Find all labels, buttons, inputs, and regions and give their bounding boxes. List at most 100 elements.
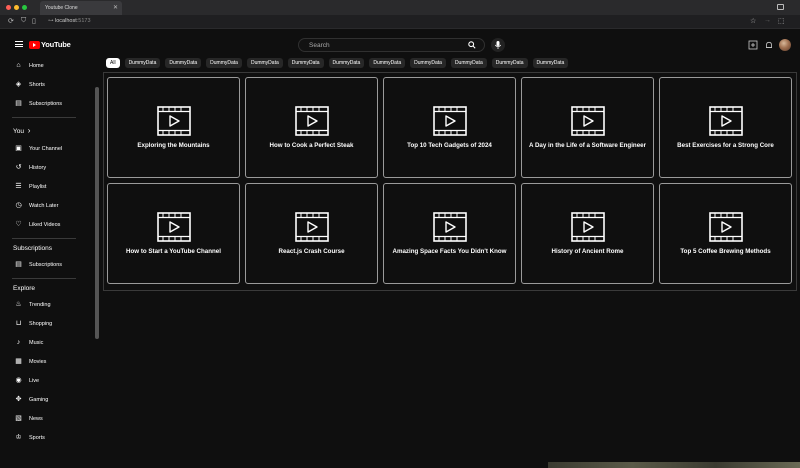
youtube-logo[interactable]: YouTube: [29, 40, 71, 49]
extensions-icon[interactable]: ⬚: [778, 17, 785, 25]
chip[interactable]: DummyData: [369, 58, 406, 68]
create-video-icon[interactable]: [748, 40, 758, 50]
video-card[interactable]: React.js Crash Course: [245, 183, 378, 284]
video-card[interactable]: Amazing Space Facts You Didn't Know: [383, 183, 516, 284]
video-placeholder-icon: [295, 212, 329, 242]
video-card[interactable]: Exploring the Mountains: [107, 77, 240, 178]
clock-icon: ◷: [15, 202, 22, 209]
sidebar-item-music[interactable]: ♪ Music: [0, 334, 95, 351]
sidebar-item-subscriptions[interactable]: ▤ Subscriptions: [0, 95, 95, 112]
minimize-window-dot[interactable]: [14, 5, 19, 10]
forward-icon[interactable]: →: [764, 17, 771, 24]
video-title[interactable]: How to Cook a Perfect Steak: [248, 142, 375, 149]
sidebar-divider: [12, 278, 76, 279]
close-window-dot[interactable]: [6, 5, 11, 10]
chip[interactable]: DummyData: [532, 58, 569, 68]
video-title[interactable]: A Day in the Life of a Software Engineer: [524, 142, 651, 149]
video-title[interactable]: Top 5 Coffee Brewing Methods: [662, 248, 789, 255]
sidebar-item-liked-videos[interactable]: ♡ Liked Videos: [0, 216, 95, 233]
video-title[interactable]: React.js Crash Course: [248, 248, 375, 255]
browser-tab[interactable]: Youtube Clone ✕: [40, 1, 122, 15]
video-title[interactable]: Best Exercises for a Strong Core: [662, 142, 789, 149]
sidebar-item-label: Live: [29, 377, 40, 384]
zoom-window-dot[interactable]: [22, 5, 27, 10]
sidebar-item-label: Shopping: [29, 320, 53, 327]
chip[interactable]: DummyData: [410, 58, 446, 68]
sidebar-item-label: Playlist: [29, 183, 47, 190]
bookmark-star-icon[interactable]: ☆: [750, 17, 756, 25]
video-placeholder-icon: [571, 106, 605, 136]
chip[interactable]: DummyData: [328, 58, 365, 68]
chip[interactable]: DummyData: [246, 58, 283, 68]
video-card[interactable]: How to Start a YouTube Channel: [107, 183, 240, 284]
chip[interactable]: DummyData: [206, 58, 242, 68]
address-bar[interactable]: ⊶ localhost:5173: [48, 18, 91, 24]
chip[interactable]: DummyData: [124, 58, 161, 68]
sidebar-item-label: Trending: [29, 301, 51, 308]
browser-tab-title: Youtube Clone: [45, 5, 78, 11]
sidebar-item-subscriptions-list[interactable]: ▤ Subscriptions: [0, 256, 95, 273]
video-card[interactable]: A Day in the Life of a Software Engineer: [521, 77, 654, 178]
gamepad-icon: ✥: [15, 396, 22, 403]
search-input[interactable]: Search: [309, 42, 330, 49]
sidebar-item-label: Subscriptions: [29, 100, 63, 107]
sidebar-item-label: Shorts: [29, 81, 45, 88]
video-title[interactable]: Amazing Space Facts You Didn't Know: [386, 248, 513, 255]
video-card[interactable]: Best Exercises for a Strong Core: [659, 77, 792, 178]
video-card[interactable]: Top 10 Tech Gadgets of 2024: [383, 77, 516, 178]
chip[interactable]: DummyData: [491, 58, 528, 68]
sidebar-you-heading[interactable]: You ›: [13, 126, 30, 135]
video-placeholder-icon: [295, 106, 329, 136]
sidebar-item-playlist[interactable]: ☰ Playlist: [0, 178, 95, 195]
sidebar-item-news[interactable]: ▧ News: [0, 410, 95, 427]
close-tab-icon[interactable]: ✕: [113, 1, 118, 15]
sidebar-item-sports[interactable]: ♔ Sports: [0, 429, 95, 446]
browser-tab-bar: Youtube Clone ✕: [0, 0, 800, 15]
search-bar[interactable]: Search: [298, 38, 485, 52]
chip[interactable]: DummyData: [287, 58, 324, 68]
video-title[interactable]: Top 10 Tech Gadgets of 2024: [386, 142, 513, 149]
sidebar-item-trending[interactable]: ♨ Trending: [0, 296, 95, 313]
sidebar-item-shopping[interactable]: ⊔ Shopping: [0, 315, 95, 332]
sidebar-item-movies[interactable]: ▦ Movies: [0, 353, 95, 370]
film-icon: ▦: [15, 358, 22, 365]
video-placeholder-icon: [709, 106, 743, 136]
filter-chips: All DummyData DummyData DummyData DummyD…: [106, 58, 573, 68]
window-icon[interactable]: [777, 4, 784, 10]
sidebar-item-gaming[interactable]: ✥ Gaming: [0, 391, 95, 408]
sidebar-item-your-channel[interactable]: ▣ Your Channel: [0, 140, 95, 157]
video-placeholder-icon: [433, 212, 467, 242]
video-card[interactable]: History of Ancient Rome: [521, 183, 654, 284]
page-icon[interactable]: ▯: [32, 17, 36, 25]
sidebar-item-label: Your Channel: [29, 145, 63, 152]
video-title[interactable]: Exploring the Mountains: [110, 142, 237, 149]
shorts-icon: ◈: [15, 81, 22, 88]
video-card[interactable]: Top 5 Coffee Brewing Methods: [659, 183, 792, 284]
search-icon[interactable]: [468, 41, 476, 49]
sidebar-item-live[interactable]: ◉ Live: [0, 372, 95, 389]
video-title[interactable]: History of Ancient Rome: [524, 248, 651, 255]
video-placeholder-icon: [709, 212, 743, 242]
sidebar-item-shorts[interactable]: ◈ Shorts: [0, 76, 95, 93]
sidebar-item-label: News: [29, 415, 43, 422]
sidebar-item-home[interactable]: ⌂ Home: [0, 57, 95, 74]
user-avatar[interactable]: [779, 39, 791, 51]
history-icon: ↺: [15, 164, 22, 171]
sidebar-scrollbar[interactable]: [95, 87, 99, 339]
chip[interactable]: DummyData: [165, 58, 202, 68]
subscriptions-icon: ▤: [15, 100, 22, 107]
video-card[interactable]: How to Cook a Perfect Steak: [245, 77, 378, 178]
sidebar-item-watch-later[interactable]: ◷ Watch Later: [0, 197, 95, 214]
chip-all[interactable]: All: [106, 58, 120, 68]
url-port: :5173: [76, 18, 91, 24]
notifications-bell-icon[interactable]: [764, 40, 774, 50]
sidebar-item-history[interactable]: ↺ History: [0, 159, 95, 176]
reload-icon[interactable]: ⟳: [8, 17, 14, 25]
chip[interactable]: DummyData: [450, 58, 487, 68]
voice-search-button[interactable]: [491, 38, 505, 52]
hamburger-menu-icon[interactable]: [15, 41, 23, 47]
shield-icon[interactable]: ⛉: [21, 17, 26, 25]
video-title[interactable]: How to Start a YouTube Channel: [110, 248, 237, 255]
channel-icon: ▣: [15, 145, 22, 152]
sidebar-item-label: Home: [29, 62, 44, 69]
